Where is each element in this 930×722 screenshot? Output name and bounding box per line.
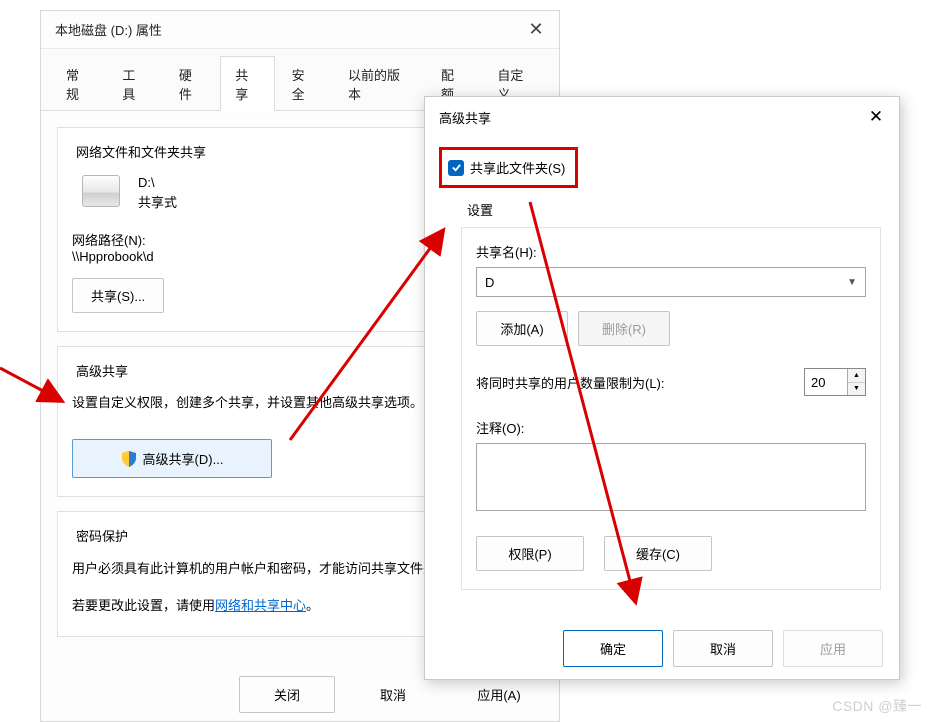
password-text-2-prefix: 若要更改此设置，请使用 bbox=[72, 598, 215, 613]
drive-path: D:\ bbox=[138, 173, 177, 193]
tab-security[interactable]: 安全 bbox=[277, 56, 331, 111]
remove-button: 删除(R) bbox=[578, 311, 670, 346]
comment-label: 注释(O): bbox=[476, 418, 866, 437]
tab-hardware[interactable]: 硬件 bbox=[164, 56, 218, 111]
user-limit-label: 将同时共享的用户数量限制为(L): bbox=[476, 373, 665, 392]
apply-button[interactable]: 应用 bbox=[783, 630, 883, 667]
advanced-sharing-dialog: 高级共享 ✕ 共享此文件夹(S) 设置 共享名(H): D ▼ 添加(A) 删除… bbox=[424, 96, 900, 680]
shield-icon bbox=[121, 451, 137, 467]
adv-window-title: 高级共享 bbox=[439, 108, 491, 127]
tab-previous-versions[interactable]: 以前的版本 bbox=[333, 56, 424, 111]
share-name-label: 共享名(H): bbox=[476, 242, 866, 261]
advanced-share-button[interactable]: 高级共享(D)... bbox=[72, 439, 272, 478]
network-sharing-center-link[interactable]: 网络和共享中心 bbox=[215, 598, 306, 613]
tab-tools[interactable]: 工具 bbox=[107, 56, 161, 111]
cancel-button[interactable]: 取消 bbox=[673, 630, 773, 667]
share-state: 共享式 bbox=[138, 193, 177, 213]
share-name-combo[interactable]: D ▼ bbox=[476, 267, 866, 297]
close-icon[interactable]: ✕ bbox=[853, 97, 899, 137]
tab-general[interactable]: 常规 bbox=[51, 56, 105, 111]
settings-fieldset: 共享名(H): D ▼ 添加(A) 删除(R) 将同时共享的用户数量限制为(L)… bbox=[461, 227, 881, 590]
spin-up-icon[interactable]: ▲ bbox=[848, 369, 865, 383]
share-button[interactable]: 共享(S)... bbox=[72, 278, 164, 313]
apply-button[interactable]: 应用(A) bbox=[451, 676, 547, 713]
drive-info: D:\ 共享式 bbox=[138, 173, 177, 212]
settings-label: 设置 bbox=[467, 200, 881, 219]
drive-icon bbox=[82, 175, 120, 207]
checkbox-checked-icon bbox=[448, 160, 464, 176]
window-title: 本地磁盘 (D:) 属性 bbox=[55, 20, 162, 39]
chevron-down-icon: ▼ bbox=[847, 277, 857, 288]
user-limit-spinbox[interactable]: ▲ ▼ bbox=[804, 368, 866, 396]
user-limit-input[interactable] bbox=[805, 369, 847, 395]
titlebar: 本地磁盘 (D:) 属性 ✕ bbox=[41, 11, 559, 49]
share-folder-checkbox-row[interactable]: 共享此文件夹(S) bbox=[439, 147, 578, 188]
close-button[interactable]: 关闭 bbox=[239, 676, 335, 713]
share-folder-label: 共享此文件夹(S) bbox=[470, 158, 565, 177]
tab-sharing[interactable]: 共享 bbox=[220, 56, 274, 111]
cache-button[interactable]: 缓存(C) bbox=[604, 536, 712, 571]
dialog-buttons: 关闭 取消 应用(A) bbox=[239, 676, 547, 713]
password-text-2-suffix: 。 bbox=[306, 598, 319, 613]
watermark: CSDN @臻一 bbox=[832, 696, 922, 716]
cancel-button[interactable]: 取消 bbox=[345, 676, 441, 713]
adv-titlebar: 高级共享 ✕ bbox=[425, 97, 899, 137]
close-icon[interactable]: ✕ bbox=[513, 11, 559, 48]
advanced-share-button-label: 高级共享(D)... bbox=[143, 449, 224, 468]
spin-down-icon[interactable]: ▼ bbox=[848, 383, 865, 396]
permissions-button[interactable]: 权限(P) bbox=[476, 536, 584, 571]
comment-textarea[interactable] bbox=[476, 443, 866, 511]
share-name-value: D bbox=[485, 275, 494, 290]
ok-button[interactable]: 确定 bbox=[563, 630, 663, 667]
add-button[interactable]: 添加(A) bbox=[476, 311, 568, 346]
